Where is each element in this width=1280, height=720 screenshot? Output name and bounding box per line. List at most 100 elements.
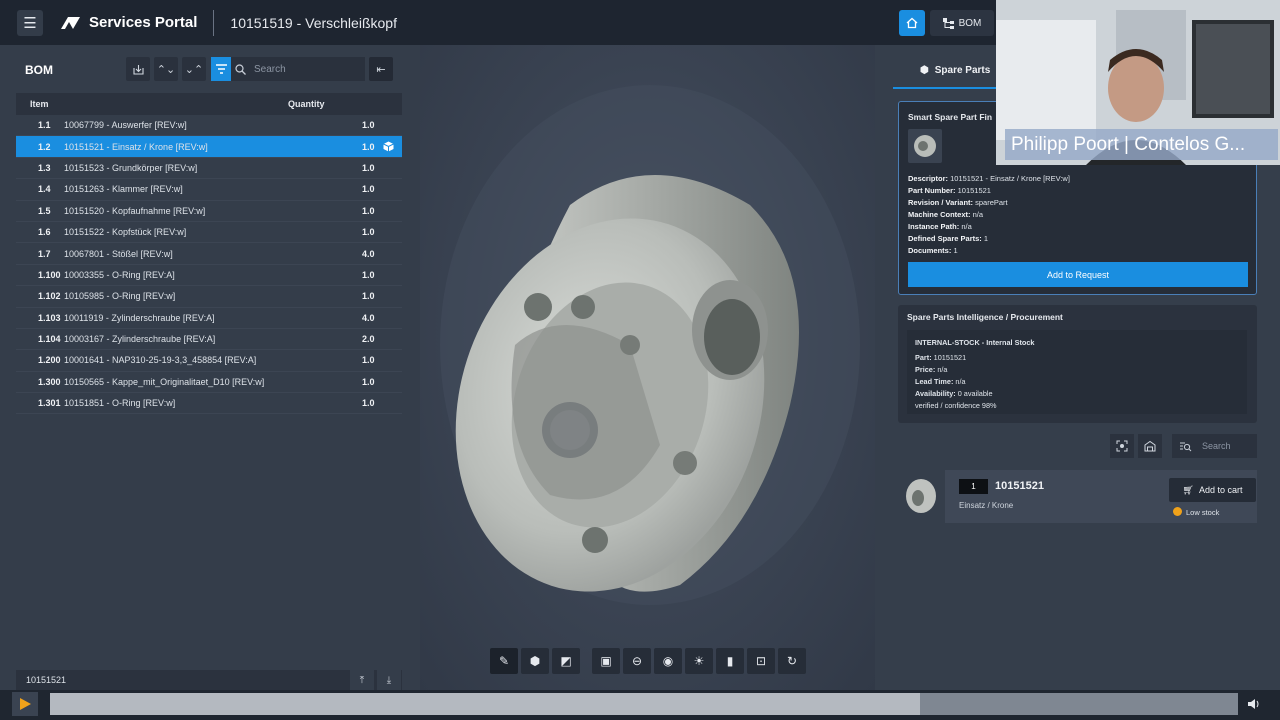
bom-item-name: 10151263 - Klammer [REV:w]: [64, 184, 183, 195]
add-to-cart-button[interactable]: 🛒︎ Add to cart: [1169, 478, 1256, 502]
bom-item-number: 1.102: [38, 291, 61, 302]
filter-button[interactable]: [211, 57, 231, 81]
part-number-value: 10151521: [957, 186, 991, 195]
stock-lead-time-row: Lead Time: n/a: [915, 377, 966, 386]
bom-item-quantity: 1.0: [362, 162, 375, 173]
bom-item-name: 10150565 - Kappe_mit_Originalitaet_D10 […: [64, 376, 265, 387]
add-to-request-button[interactable]: Add to Request: [908, 262, 1248, 287]
add-to-cart-label: Add to cart: [1198, 485, 1243, 495]
play-button[interactable]: [12, 692, 38, 716]
measure-tool-button[interactable]: ✎: [490, 648, 518, 674]
collapse-panel-button[interactable]: ⇤: [369, 57, 393, 81]
part-number-label: Part Number:: [908, 186, 956, 195]
bom-row[interactable]: 1.7 10067801 - Stößel [REV:w] 4.0: [16, 243, 402, 265]
cart-icon: 🛒︎: [1182, 484, 1194, 495]
stock-status-dot: [1173, 507, 1182, 516]
cube-icon[interactable]: [383, 141, 394, 152]
view-cube-button[interactable]: ⬢: [521, 648, 549, 674]
bom-item-number: 1.1: [38, 120, 51, 131]
hamburger-menu-button[interactable]: ☰: [17, 9, 43, 36]
column-header-item: Item: [30, 99, 49, 109]
upload-icon: ⤒: [359, 674, 365, 686]
collapse-all-button[interactable]: ⌄⌃: [182, 57, 206, 81]
part-thumbnail: [908, 129, 942, 163]
viewer-toolbar: ✎ ⬢ ◩ ▣ ⊖ ◉ ☀ ▮ ⊡ ↻: [490, 648, 806, 674]
download-button[interactable]: ⤓: [377, 670, 401, 690]
bom-row[interactable]: 1.5 10151520 - Kopfaufnahme [REV:w] 1.0: [16, 200, 402, 222]
image-icon: ▣: [600, 654, 612, 668]
parts-search-box[interactable]: Search: [1172, 434, 1257, 458]
warehouse-button[interactable]: [1138, 434, 1162, 458]
bom-row[interactable]: 1.102 10105985 - O-Ring [REV:w] 1.0: [16, 286, 402, 308]
bom-item-name: 10151522 - Kopfstück [REV:w]: [64, 227, 187, 238]
bom-item-number: 1.6: [38, 227, 51, 238]
cart-part-description: Einsatz / Krone: [959, 501, 1014, 510]
expand-collapse-button[interactable]: ⌃⌄: [154, 57, 178, 81]
bom-item-number: 1.4: [38, 184, 51, 195]
bom-row[interactable]: 1.301 10151851 - O-Ring [REV:w] 1.0: [16, 393, 402, 415]
zoom-out-button[interactable]: ⊖: [623, 648, 651, 674]
home-button[interactable]: [899, 10, 925, 36]
bom-row[interactable]: 1.6 10151522 - Kopfstück [REV:w] 1.0: [16, 221, 402, 244]
section-button[interactable]: ◩: [552, 648, 580, 674]
stock-part-label: Part:: [915, 353, 932, 362]
instance-path-value: n/a: [961, 222, 972, 231]
volume-icon[interactable]: [1246, 696, 1262, 712]
import-button[interactable]: [126, 57, 150, 81]
bom-row[interactable]: 1.200 10001641 - NAP310-25-19-3,3_458854 …: [16, 350, 402, 372]
bom-item-name: 10151523 - Grundkörper [REV:w]: [64, 162, 198, 173]
brand-logo-icon: [61, 16, 80, 29]
upload-button[interactable]: ⤒: [350, 670, 374, 690]
bom-row[interactable]: 1.300 10150565 - Kappe_mit_Originalitaet_…: [16, 371, 402, 394]
scan-part-button[interactable]: [1110, 434, 1134, 458]
bom-item-name: 10011919 - Zylinderschraube [REV:A]: [64, 312, 215, 323]
toolbar-gap: [583, 648, 589, 674]
descriptor-row: Descriptor: 10151521 - Einsatz / Krone […: [908, 174, 1070, 183]
scan-icon: [1116, 440, 1128, 452]
bom-row[interactable]: 1.4 10151263 - Klammer [REV:w] 1.0: [16, 179, 402, 201]
quantity-input[interactable]: 1: [959, 479, 988, 494]
search-icon: [235, 63, 246, 75]
visibility-button[interactable]: ◉: [654, 648, 682, 674]
bom-item-name: 10151851 - O-Ring [REV:w]: [64, 398, 176, 409]
bom-item-name: 10067801 - Stößel [REV:w]: [64, 248, 173, 259]
stock-status-label: Low stock: [1186, 508, 1220, 517]
column-header-quantity: Quantity: [288, 99, 325, 109]
focus-icon: ⊡: [755, 654, 767, 668]
bom-footer: 10151521 ⤒ ⤓: [16, 670, 402, 690]
3d-viewport[interactable]: [420, 45, 875, 690]
fit-view-button[interactable]: ⊡: [747, 648, 775, 674]
info-button[interactable]: ▮: [716, 648, 744, 674]
bom-nav-button[interactable]: BOM: [930, 10, 994, 36]
machine-context-row: Machine Context: n/a: [908, 210, 983, 219]
spare-parts-intelligence-card: Spare Parts Intelligence / Procurement I…: [898, 305, 1257, 423]
stock-lead-time-value: n/a: [955, 377, 966, 386]
reset-view-button[interactable]: ↻: [778, 648, 806, 674]
cube-icon: ⬢: [529, 654, 541, 668]
cart-item: 1 10151521 Einsatz / Krone 🛒︎ Add to car…: [945, 470, 1257, 523]
snapshot-button[interactable]: ▣: [592, 648, 620, 674]
spare-parts-tab[interactable]: ⬢ Spare Parts: [920, 65, 990, 76]
part-thumbnail-icon: [914, 135, 936, 157]
stock-availability-row: Availability: 0 available: [915, 389, 993, 398]
bom-row[interactable]: 1.2 10151521 - Einsatz / Krone [REV:w] 1.0: [16, 136, 402, 158]
bom-row[interactable]: 1.100 10003355 - O-Ring [REV:A] 1.0: [16, 264, 402, 287]
video-progress-bar[interactable]: [50, 693, 1238, 715]
bom-item-quantity: 4.0: [362, 248, 375, 259]
stock-availability-label: Availability:: [915, 389, 956, 398]
bom-row[interactable]: 1.103 10011919 - Zylinderschraube [REV:A]…: [16, 307, 402, 329]
part-number-row: Part Number: 10151521: [908, 186, 991, 195]
lighting-button[interactable]: ☀: [685, 648, 713, 674]
play-icon: [20, 698, 31, 710]
bom-row[interactable]: 1.1 10067799 - Auswerfer [REV:w] 1.0: [16, 115, 402, 137]
bom-row[interactable]: 1.3 10151523 - Grundkörper [REV:w] 1.0: [16, 157, 402, 180]
stock-part-value: 10151521: [933, 353, 967, 362]
defined-spare-parts-label: Defined Spare Parts:: [908, 234, 982, 243]
bom-item-quantity: 4.0: [362, 312, 375, 323]
stock-source-box: INTERNAL-STOCK - Internal Stock Part: 10…: [907, 330, 1247, 414]
bom-row[interactable]: 1.104 10003167 - Zylinderschraube [REV:A]…: [16, 328, 402, 351]
collapse-left-icon: ⇤: [376, 63, 386, 76]
bom-nav-label: BOM: [958, 17, 982, 29]
home-icon: [906, 17, 918, 29]
bom-search-box[interactable]: Search: [231, 57, 365, 81]
